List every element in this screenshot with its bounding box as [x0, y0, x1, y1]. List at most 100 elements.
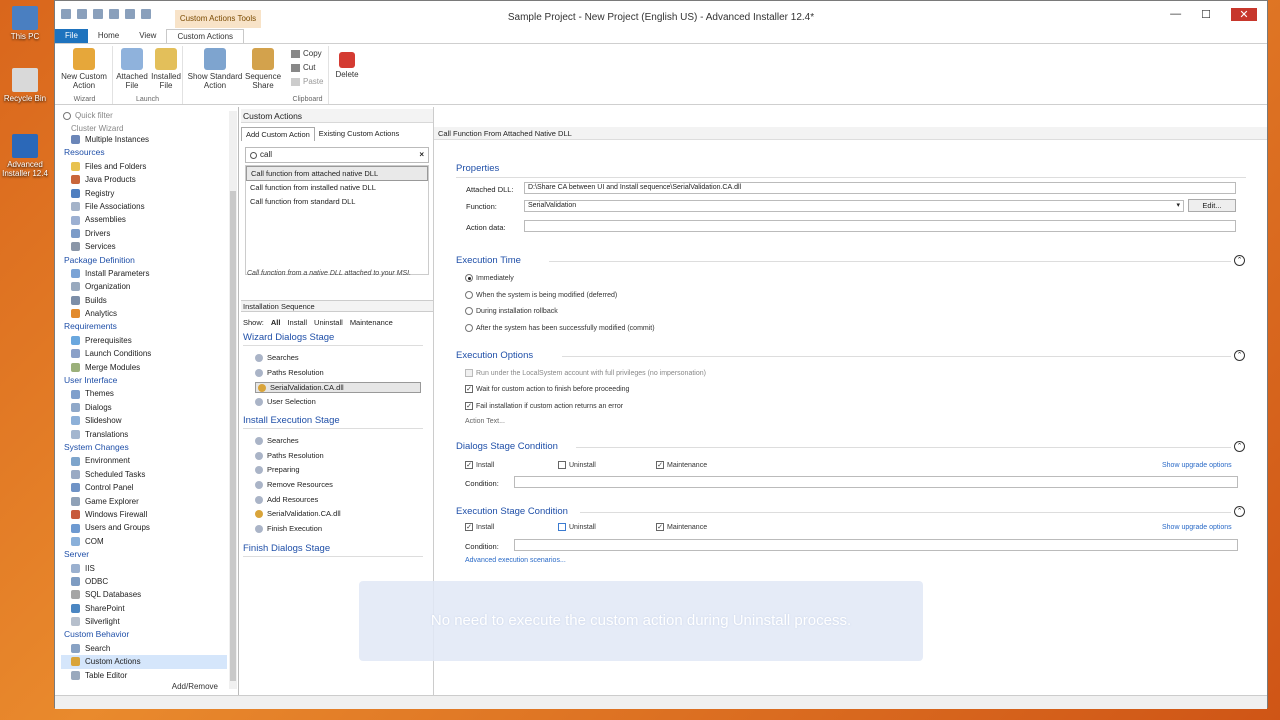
result-item[interactable]: Call function from standard DLL [246, 195, 428, 210]
tab-add-custom-action[interactable]: Add Custom Action [241, 127, 315, 141]
dialogs-uninstall-checkbox[interactable]: Uninstall [558, 461, 596, 469]
sequence-item[interactable]: Preparing [255, 465, 300, 474]
dialogs-install-checkbox[interactable]: ✓ Install [465, 461, 494, 469]
new-custom-action-button[interactable]: New Custom Action [61, 48, 107, 90]
tree-item-game-explorer[interactable]: Game Explorer [61, 495, 227, 508]
tree-item-services[interactable]: Services [61, 240, 227, 253]
tab-existing-custom-actions[interactable]: Existing Custom Actions [315, 127, 403, 141]
action-text-link[interactable]: Action Text... [465, 418, 505, 425]
collapse-icon[interactable]: ⌃ [1234, 350, 1245, 361]
tree-item-sql-databases[interactable]: SQL Databases [61, 588, 227, 601]
exec-maintenance-checkbox[interactable]: ✓ Maintenance [656, 523, 707, 531]
tree-item-slideshow[interactable]: Slideshow [61, 414, 227, 427]
close-button[interactable]: ✕ [1231, 8, 1257, 21]
desktop-icon-this-pc[interactable]: This PC [2, 6, 48, 41]
tree-category-package-definition[interactable]: Package Definition [61, 254, 227, 267]
tree-item-environment[interactable]: Environment [61, 454, 227, 467]
sequence-share-button[interactable]: Sequence Share [243, 48, 283, 90]
sequence-item[interactable]: Paths Resolution [255, 451, 324, 460]
edit-button[interactable]: Edit... [1188, 199, 1236, 212]
tree-item-prerequisites[interactable]: Prerequisites [61, 334, 227, 347]
tree-item-analytics[interactable]: Analytics [61, 307, 227, 320]
collapse-icon[interactable]: ⌃ [1234, 506, 1245, 517]
tree-category-server[interactable]: Server [61, 548, 227, 561]
collapse-icon[interactable]: ⌃ [1234, 255, 1245, 266]
tree-item-custom-actions[interactable]: Custom Actions [61, 655, 227, 669]
exec-install-checkbox[interactable]: ✓ Install [465, 523, 494, 531]
action-search-input[interactable]: call × [245, 147, 429, 163]
show-uninstall-link[interactable]: Uninstall [314, 318, 343, 327]
tree-item-control-panel[interactable]: Control Panel [61, 481, 227, 494]
sequence-item[interactable]: Paths Resolution [255, 368, 324, 377]
tree-item-windows-firewall[interactable]: Windows Firewall [61, 508, 227, 521]
tree-category-requirements[interactable]: Requirements [61, 320, 227, 333]
clear-search-icon[interactable]: × [419, 148, 424, 162]
tree-item-table-editor[interactable]: Table Editor [61, 669, 227, 682]
tree-item-java-products[interactable]: Java Products [61, 173, 227, 186]
sequence-item-selected[interactable]: SerialValidation.CA.dll [255, 382, 421, 393]
checkbox-no-impersonation[interactable]: Run under the LocalSystem account with f… [465, 369, 706, 377]
tree-item-themes[interactable]: Themes [61, 387, 227, 400]
show-install-link[interactable]: Install [287, 318, 307, 327]
sequence-item[interactable]: SerialValidation.CA.dll [255, 509, 341, 518]
tree-item-builds[interactable]: Builds [61, 294, 227, 307]
copy-button[interactable]: Copy [291, 49, 322, 58]
radio-commit[interactable]: After the system has been successfully m… [465, 324, 655, 332]
tree-item-file-associations[interactable]: File Associations [61, 200, 227, 213]
left-scrollbar[interactable] [229, 111, 237, 689]
sequence-item[interactable]: Searches [255, 353, 299, 362]
tree-item-install-parameters[interactable]: Install Parameters [61, 267, 227, 280]
minimize-button[interactable]: — [1170, 8, 1181, 21]
installed-file-button[interactable]: Installed File [149, 48, 183, 90]
show-maintenance-link[interactable]: Maintenance [350, 318, 393, 327]
tree-item-files-folders[interactable]: Files and Folders [61, 160, 227, 173]
radio-deferred[interactable]: When the system is being modified (defer… [465, 291, 617, 299]
checkbox-wait-finish[interactable]: ✓ Wait for custom action to finish before… [465, 385, 629, 393]
radio-immediately[interactable]: Immediately [465, 274, 514, 282]
dialogs-upgrade-options-link[interactable]: Show upgrade options [1162, 462, 1232, 469]
tree-item-scheduled-tasks[interactable]: Scheduled Tasks [61, 468, 227, 481]
tree-item-merge-modules[interactable]: Merge Modules [61, 361, 227, 374]
checkbox-fail-on-error[interactable]: ✓ Fail installation if custom action retu… [465, 402, 623, 410]
tree-category-custom-behavior[interactable]: Custom Behavior [61, 628, 227, 641]
sequence-item[interactable]: Finish Execution [255, 524, 322, 533]
radio-rollback[interactable]: During installation rollback [465, 307, 558, 315]
tree-item-sharepoint[interactable]: SharePoint [61, 602, 227, 615]
tree-category-system-changes[interactable]: System Changes [61, 441, 227, 454]
tree-item-launch-conditions[interactable]: Launch Conditions [61, 347, 227, 360]
exec-upgrade-options-link[interactable]: Show upgrade options [1162, 524, 1232, 531]
attached-dll-field[interactable]: D:\Share CA between UI and Install seque… [524, 182, 1236, 194]
action-data-field[interactable] [524, 220, 1236, 232]
advanced-scenarios-link[interactable]: Advanced execution scenarios... [465, 557, 566, 564]
stage-install-execution[interactable]: Install Execution Stage [243, 415, 423, 429]
tab-view[interactable]: View [129, 29, 166, 43]
tree-item-iis[interactable]: IIS [61, 562, 227, 575]
sequence-item[interactable]: Add Resources [255, 495, 318, 504]
tree-item-com[interactable]: COM [61, 535, 227, 548]
tree-item-translations[interactable]: Translations [61, 428, 227, 441]
stage-wizard-dialogs[interactable]: Wizard Dialogs Stage [243, 332, 423, 346]
tree-item-dialogs[interactable]: Dialogs [61, 401, 227, 414]
show-standard-action-button[interactable]: Show Standard Action [187, 48, 243, 90]
desktop-icon-recycle-bin[interactable]: Recycle Bin [2, 68, 48, 103]
tab-home[interactable]: Home [88, 29, 129, 43]
result-item[interactable]: Call function from attached native DLL [246, 166, 428, 181]
sequence-item[interactable]: Searches [255, 436, 299, 445]
dialogs-maintenance-checkbox[interactable]: ✓ Maintenance [656, 461, 707, 469]
attached-file-button[interactable]: Attached File [115, 48, 149, 90]
sequence-item[interactable]: Remove Resources [255, 480, 333, 489]
collapse-icon[interactable]: ⌃ [1234, 441, 1245, 452]
cut-button[interactable]: Cut [291, 63, 315, 72]
tab-custom-actions[interactable]: Custom Actions [166, 29, 245, 43]
tab-file[interactable]: File [55, 29, 88, 43]
quick-filter-input[interactable]: Quick filter [61, 109, 229, 123]
tree-category-resources[interactable]: Resources [61, 146, 227, 159]
add-remove-link[interactable]: Add/Remove [172, 682, 218, 691]
tree-item-multiple-instances[interactable]: Multiple Instances [61, 133, 227, 146]
stage-finish-dialogs[interactable]: Finish Dialogs Stage [243, 543, 423, 557]
result-item[interactable]: Call function from installed native DLL [246, 181, 428, 196]
tree-category-user-interface[interactable]: User Interface [61, 374, 227, 387]
tree-item-cut[interactable]: Cluster Wizard [61, 125, 227, 133]
tree-item-users-groups[interactable]: Users and Groups [61, 521, 227, 534]
dialogs-condition-field[interactable] [514, 476, 1238, 488]
